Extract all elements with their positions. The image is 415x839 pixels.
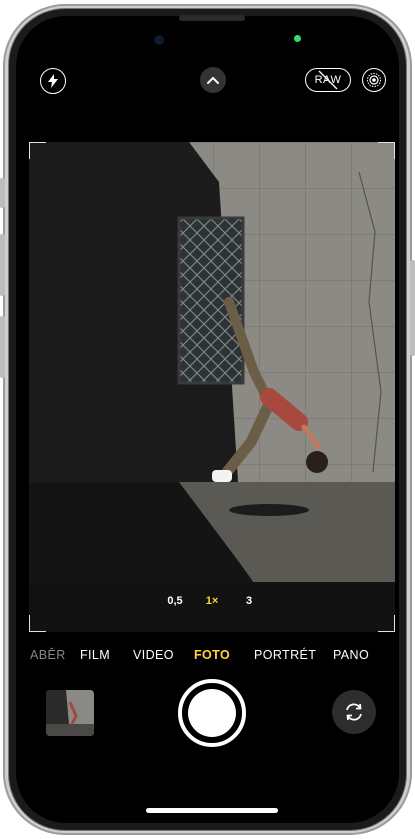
live-photo-icon bbox=[367, 73, 381, 87]
raw-toggle[interactable]: RAW bbox=[305, 68, 351, 92]
mode-portrait[interactable]: PORTRÉT bbox=[254, 648, 316, 662]
viewfinder-scene bbox=[29, 142, 395, 632]
frame-corner-bottom-right bbox=[378, 615, 395, 632]
chevron-up-icon bbox=[207, 76, 219, 84]
action-button bbox=[0, 178, 5, 208]
mode-slow-motion[interactable]: ABĚR bbox=[30, 648, 66, 662]
frame-corner-bottom-left bbox=[29, 615, 46, 632]
capture-mode-selector: ABĚR FILM VIDEO FOTO PORTRÉT PANO bbox=[0, 648, 415, 666]
frame-corner-top-left bbox=[29, 142, 46, 159]
raw-disabled-slash-icon bbox=[318, 70, 338, 90]
mode-film[interactable]: FILM bbox=[80, 648, 110, 662]
thumbnail-image bbox=[46, 690, 94, 736]
earpiece-speaker bbox=[179, 15, 245, 21]
last-photo-thumbnail[interactable] bbox=[46, 690, 94, 736]
power-button bbox=[410, 260, 415, 356]
live-photo-toggle[interactable] bbox=[362, 68, 386, 92]
flash-toggle[interactable] bbox=[40, 68, 66, 94]
switch-camera-button[interactable] bbox=[332, 690, 376, 734]
shutter-button[interactable] bbox=[178, 679, 246, 747]
shutter-button-core bbox=[188, 689, 236, 737]
front-camera-lens bbox=[154, 35, 164, 45]
more-controls-button[interactable] bbox=[200, 67, 226, 93]
zoom-selector: 0,5 1× 3 bbox=[155, 589, 265, 613]
frame-corner-top-right bbox=[378, 142, 395, 159]
zoom-0-5-button[interactable]: 0,5 bbox=[160, 589, 190, 613]
lightning-bolt-icon bbox=[48, 74, 58, 88]
zoom-1x-button[interactable]: 1× bbox=[197, 589, 227, 613]
mode-video[interactable]: VIDEO bbox=[133, 648, 174, 662]
camera-viewfinder[interactable] bbox=[29, 142, 395, 632]
home-indicator[interactable] bbox=[146, 808, 278, 813]
zoom-3x-button[interactable]: 3 bbox=[234, 589, 264, 613]
camera-flip-icon bbox=[346, 703, 362, 721]
volume-down-button bbox=[0, 316, 5, 378]
mode-pano[interactable]: PANO bbox=[333, 648, 369, 662]
mode-photo[interactable]: FOTO bbox=[194, 648, 230, 662]
camera-in-use-indicator bbox=[294, 35, 301, 42]
volume-up-button bbox=[0, 234, 5, 296]
